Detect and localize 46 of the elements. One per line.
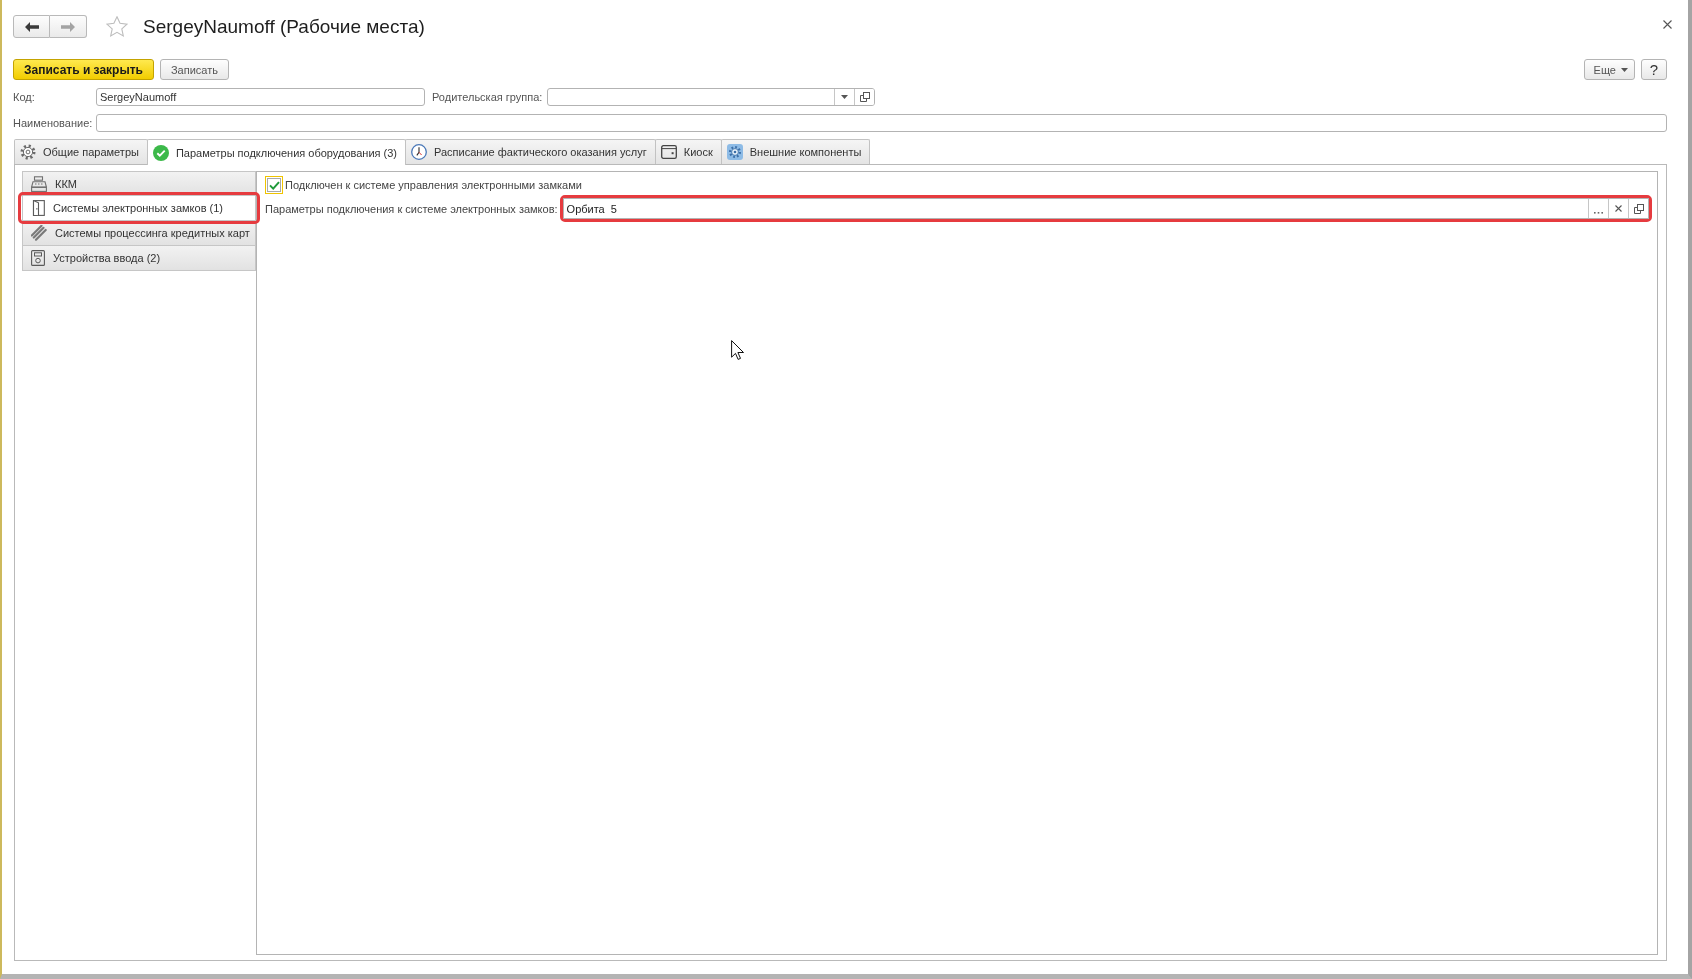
gear-tile-icon (726, 144, 743, 160)
caret-icon (841, 95, 849, 99)
cursor-icon (731, 340, 744, 360)
tab[interactable]: Параметры подключения оборудования (3) (146, 139, 407, 165)
field-label: Наименование: (13, 117, 94, 129)
tab[interactable]: Внешние компоненты (720, 139, 871, 164)
save-button[interactable]: Записать (159, 59, 229, 80)
door-icon (31, 200, 45, 216)
close-icon (1663, 20, 1672, 29)
tab[interactable]: Расписание фактического оказания услуг (405, 139, 656, 164)
window-title: SergeyNaumoff (Рабочие места) (143, 15, 425, 38)
device-icon (31, 250, 45, 266)
checkbox[interactable] (265, 176, 283, 194)
open-button[interactable] (854, 89, 875, 105)
check-circle-icon (152, 144, 169, 161)
clock-icon (411, 144, 428, 160)
clear-icon (1615, 205, 1622, 212)
parent-group-field[interactable] (547, 88, 876, 106)
cash-register-icon (31, 175, 47, 192)
save-and-close-button[interactable]: Записать и закрыть (13, 59, 154, 80)
more-button[interactable]: Еще (1583, 59, 1635, 80)
help-button[interactable]: ? (1641, 59, 1667, 80)
close-button[interactable] (1661, 18, 1674, 31)
field-label: Параметры подключения к системе электронных замков: (265, 202, 558, 215)
back-button[interactable] (13, 15, 50, 38)
star-icon[interactable] (106, 16, 128, 37)
connection-field[interactable]: Орбита 5 (562, 198, 1649, 219)
overlap-squares-icon (859, 92, 870, 102)
tab[interactable]: Общие параметры (14, 139, 148, 164)
tab[interactable]: Киоск (654, 139, 722, 164)
field-label: Родительская группа: (432, 91, 543, 103)
overlap-squares-icon (1633, 203, 1644, 214)
name-field[interactable] (96, 114, 1667, 132)
arrow-left-icon (24, 21, 39, 32)
sidebar-item[interactable]: ККМ (22, 171, 256, 196)
caret-icon (1621, 67, 1628, 72)
field-label: Код: (13, 91, 36, 103)
cards-icon (31, 225, 47, 241)
arrow-right-icon (61, 21, 75, 32)
wallet-icon (660, 145, 677, 159)
sidebar-item[interactable]: Системы электронных замков (1) (22, 196, 256, 221)
checkbox-label: Подключен к системе управления электронными замками (285, 179, 582, 191)
code-field[interactable]: SergeyNaumoff (96, 88, 425, 106)
sidebar-item[interactable]: Устройства ввода (2) (22, 246, 256, 271)
check-icon (268, 180, 280, 190)
gear-icon (20, 144, 36, 160)
